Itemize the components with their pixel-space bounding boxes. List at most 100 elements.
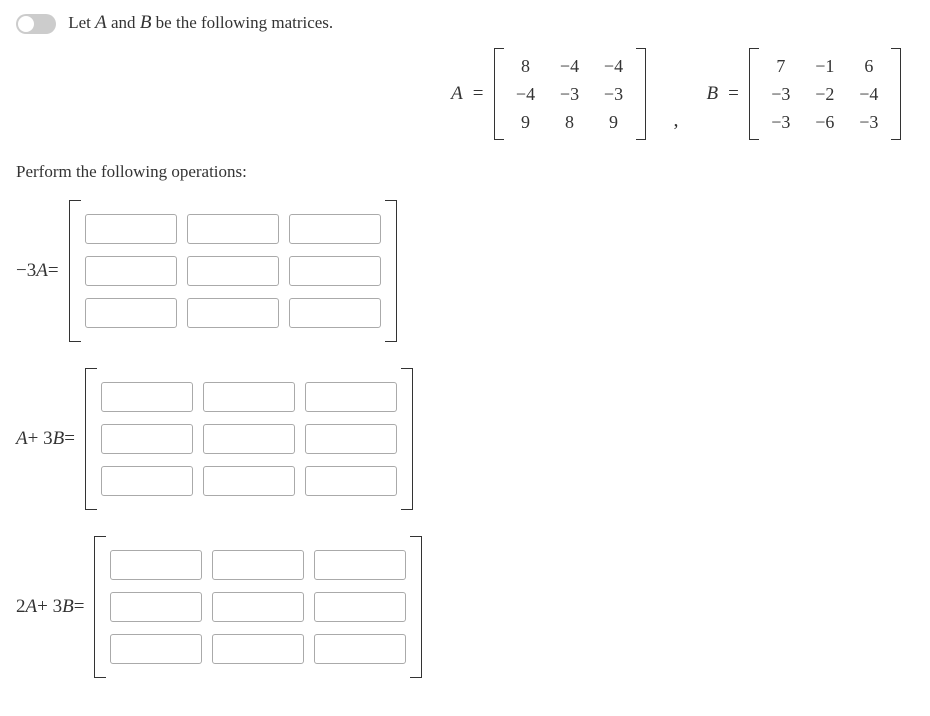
matrix-cell: −4	[548, 52, 592, 80]
intro-var-b: B	[140, 12, 152, 33]
input-row	[85, 214, 381, 244]
answer-cell[interactable]	[305, 466, 397, 496]
answer-cell[interactable]	[187, 256, 279, 286]
matrix-a-label: A	[451, 83, 463, 105]
input-rows	[81, 200, 385, 342]
left-bracket	[94, 536, 106, 678]
matrix-row: −3 −2 −4	[759, 80, 891, 108]
operation-label: A + 3B =	[16, 428, 75, 450]
answer-cell[interactable]	[187, 298, 279, 328]
matrix-row: 8 −4 −4	[504, 52, 636, 80]
answer-cell[interactable]	[203, 466, 295, 496]
matrix-cell: 8	[504, 52, 548, 80]
answer-cell[interactable]	[187, 214, 279, 244]
answer-cell[interactable]	[85, 214, 177, 244]
comma: ,	[674, 109, 679, 132]
left-bracket	[69, 200, 81, 342]
matrix-a: 8 −4 −4 −4 −3 −3 9 8 9	[494, 48, 646, 140]
answer-cell[interactable]	[289, 256, 381, 286]
answer-cell[interactable]	[212, 634, 304, 664]
answer-cell[interactable]	[101, 466, 193, 496]
matrix-a-expr: A = 8 −4 −4 −4 −3 −3 9 8 9	[451, 48, 645, 140]
matrix-cell: −2	[803, 80, 847, 108]
operation-label: −3A =	[16, 260, 59, 282]
operation-row: 2A + 3B =	[16, 536, 914, 678]
perform-text: Perform the following operations:	[16, 162, 914, 182]
intro-mid: and	[107, 13, 140, 32]
matrix-cell: −4	[592, 52, 636, 80]
operation-row: −3A =	[16, 200, 914, 342]
matrix-cell: 8	[548, 108, 592, 136]
matrix-b-label: B	[707, 83, 719, 105]
answer-matrix	[94, 536, 422, 678]
right-bracket	[385, 200, 397, 342]
answer-cell[interactable]	[110, 550, 202, 580]
answer-cell[interactable]	[289, 298, 381, 328]
input-row	[110, 550, 406, 580]
matrix-cell: −3	[759, 108, 803, 136]
answer-cell[interactable]	[110, 634, 202, 664]
right-bracket	[401, 368, 413, 510]
answer-cell[interactable]	[110, 592, 202, 622]
matrix-cell: −1	[803, 52, 847, 80]
answer-cell[interactable]	[203, 424, 295, 454]
matrix-cell: −3	[759, 80, 803, 108]
input-row	[101, 424, 397, 454]
matrix-b: 7 −1 6 −3 −2 −4 −3 −6 −3	[749, 48, 901, 140]
answer-cell[interactable]	[85, 298, 177, 328]
equals-sign: =	[728, 83, 739, 105]
matrix-cell: −3	[592, 80, 636, 108]
matrix-cell: 9	[592, 108, 636, 136]
matrix-cell: −4	[504, 80, 548, 108]
matrix-row: −3 −6 −3	[759, 108, 891, 136]
intro-var-a: A	[95, 12, 107, 33]
operation-row: A + 3B =	[16, 368, 914, 510]
right-bracket	[891, 48, 901, 140]
operations-container: −3A = A + 3B = 2A + 3B =	[16, 200, 914, 678]
left-bracket	[85, 368, 97, 510]
matrix-cell: 9	[504, 108, 548, 136]
input-rows	[97, 368, 401, 510]
answer-matrix	[69, 200, 397, 342]
input-row	[85, 256, 381, 286]
answer-cell[interactable]	[203, 382, 295, 412]
answer-cell[interactable]	[101, 382, 193, 412]
matrix-b-expr: B = 7 −1 6 −3 −2 −4 −3 −6 −3	[707, 48, 901, 140]
matrix-row: 9 8 9	[504, 108, 636, 136]
intro-text: Let A and B be the following matrices.	[16, 12, 914, 34]
toggle-switch[interactable]	[16, 14, 56, 34]
input-row	[101, 382, 397, 412]
matrix-cell: 6	[847, 52, 891, 80]
matrix-cell: −4	[847, 80, 891, 108]
answer-cell[interactable]	[289, 214, 381, 244]
answer-cell[interactable]	[314, 550, 406, 580]
answer-cell[interactable]	[101, 424, 193, 454]
input-row	[101, 466, 397, 496]
given-matrices: A = 8 −4 −4 −4 −3 −3 9 8 9	[416, 48, 930, 140]
matrix-cell: −3	[847, 108, 891, 136]
intro-suffix: be the following matrices.	[151, 13, 333, 32]
right-bracket	[410, 536, 422, 678]
answer-cell[interactable]	[85, 256, 177, 286]
input-row	[110, 592, 406, 622]
matrix-b-rows: 7 −1 6 −3 −2 −4 −3 −6 −3	[759, 48, 891, 140]
operation-label: 2A + 3B =	[16, 596, 84, 618]
matrix-a-rows: 8 −4 −4 −4 −3 −3 9 8 9	[504, 48, 636, 140]
left-bracket	[494, 48, 504, 140]
left-bracket	[749, 48, 759, 140]
answer-cell[interactable]	[212, 592, 304, 622]
intro-prefix: Let	[68, 13, 95, 32]
answer-cell[interactable]	[314, 634, 406, 664]
answer-cell[interactable]	[314, 592, 406, 622]
answer-cell[interactable]	[305, 424, 397, 454]
answer-cell[interactable]	[305, 382, 397, 412]
answer-matrix	[85, 368, 413, 510]
input-rows	[106, 536, 410, 678]
right-bracket	[636, 48, 646, 140]
equals-sign: =	[473, 83, 484, 105]
matrix-cell: −3	[548, 80, 592, 108]
input-row	[110, 634, 406, 664]
matrix-row: 7 −1 6	[759, 52, 891, 80]
answer-cell[interactable]	[212, 550, 304, 580]
matrix-row: −4 −3 −3	[504, 80, 636, 108]
